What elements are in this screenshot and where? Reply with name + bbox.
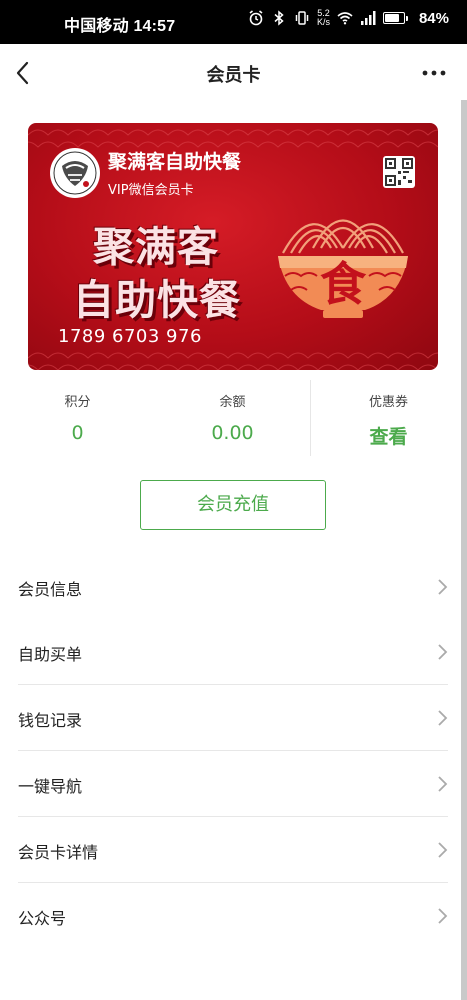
balance-value: 0.00 xyxy=(211,422,254,444)
signal-icon xyxy=(360,11,376,25)
wifi-icon xyxy=(337,12,353,25)
vibrate-icon xyxy=(295,11,309,25)
store-name: 聚满客自助快餐 xyxy=(108,151,242,173)
card-number: 1789 6703 976 xyxy=(58,326,202,347)
qr-code-icon[interactable] xyxy=(383,156,415,188)
chevron-right-icon xyxy=(438,644,448,660)
chevron-right-icon xyxy=(438,842,448,858)
menu-list: 会员信息 自助买单 钱包记录 一键导航 会员卡详情 公众号 xyxy=(18,554,448,948)
chevron-right-icon xyxy=(438,776,448,792)
net-speed: 5.2 K/s xyxy=(317,9,330,27)
menu-item-label: 自助买单 xyxy=(18,645,83,664)
menu-item-official-account[interactable]: 公众号 xyxy=(18,883,448,948)
bowl-char: 食 xyxy=(320,257,367,311)
balance-label: 余额 xyxy=(219,395,246,410)
menu-item-navigation[interactable]: 一键导航 xyxy=(18,751,448,817)
store-logo xyxy=(50,148,100,198)
net-speed-unit: K/s xyxy=(316,17,330,27)
bowl-illustration: 食 xyxy=(278,219,408,318)
member-card[interactable]: 聚满客自助快餐 VIP微信会员卡 聚满客 自助快餐 食 1789 6703 97… xyxy=(28,123,438,370)
scrollbar[interactable] xyxy=(461,100,467,1000)
chevron-right-icon xyxy=(438,908,448,924)
carrier-time: 中国移动 14:57 xyxy=(64,18,176,35)
menu-item-label: 会员信息 xyxy=(18,580,83,599)
menu-item-label: 一键导航 xyxy=(18,777,83,796)
page-title: 会员卡 xyxy=(206,65,261,86)
alarm-icon xyxy=(249,10,263,26)
status-icons: 5.2 K/s 84% xyxy=(248,9,449,27)
menu-item-card-details[interactable]: 会员卡详情 xyxy=(18,817,448,883)
chevron-right-icon xyxy=(438,579,448,595)
more-icon[interactable] xyxy=(421,60,447,86)
battery-text: 84% xyxy=(418,9,449,27)
bluetooth-icon xyxy=(274,10,284,26)
balance-stat[interactable]: 余额 0.00 xyxy=(155,378,310,444)
menu-item-label: 钱包记录 xyxy=(18,711,83,730)
menu-item-member-info[interactable]: 会员信息 xyxy=(18,554,448,619)
menu-item-self-pay[interactable]: 自助买单 xyxy=(18,619,448,685)
stats-row: 积分 0 余额 0.00 优惠券 查看 xyxy=(0,378,467,456)
card-brand-line1: 聚满客 xyxy=(93,223,219,271)
coupon-view-link[interactable]: 查看 xyxy=(311,422,466,449)
chevron-right-icon xyxy=(438,710,448,726)
points-label: 积分 xyxy=(64,395,91,410)
recharge-button[interactable]: 会员充值 xyxy=(140,480,326,530)
status-bar: 中国移动 14:57 5.2 K/s 84% xyxy=(0,0,467,44)
menu-item-label: 会员卡详情 xyxy=(18,843,99,862)
battery-icon xyxy=(382,12,408,24)
card-type: VIP微信会员卡 xyxy=(108,183,194,198)
points-stat[interactable]: 积分 0 xyxy=(0,378,155,444)
menu-item-wallet-records[interactable]: 钱包记录 xyxy=(18,685,448,751)
menu-item-label: 公众号 xyxy=(18,909,67,928)
coupon-stat[interactable]: 优惠券 查看 xyxy=(311,378,466,449)
nav-bar: 会员卡 xyxy=(0,44,467,102)
coupon-label: 优惠券 xyxy=(368,395,408,410)
card-brand-line2: 自助快餐 xyxy=(73,276,241,324)
points-value: 0 xyxy=(71,422,84,444)
